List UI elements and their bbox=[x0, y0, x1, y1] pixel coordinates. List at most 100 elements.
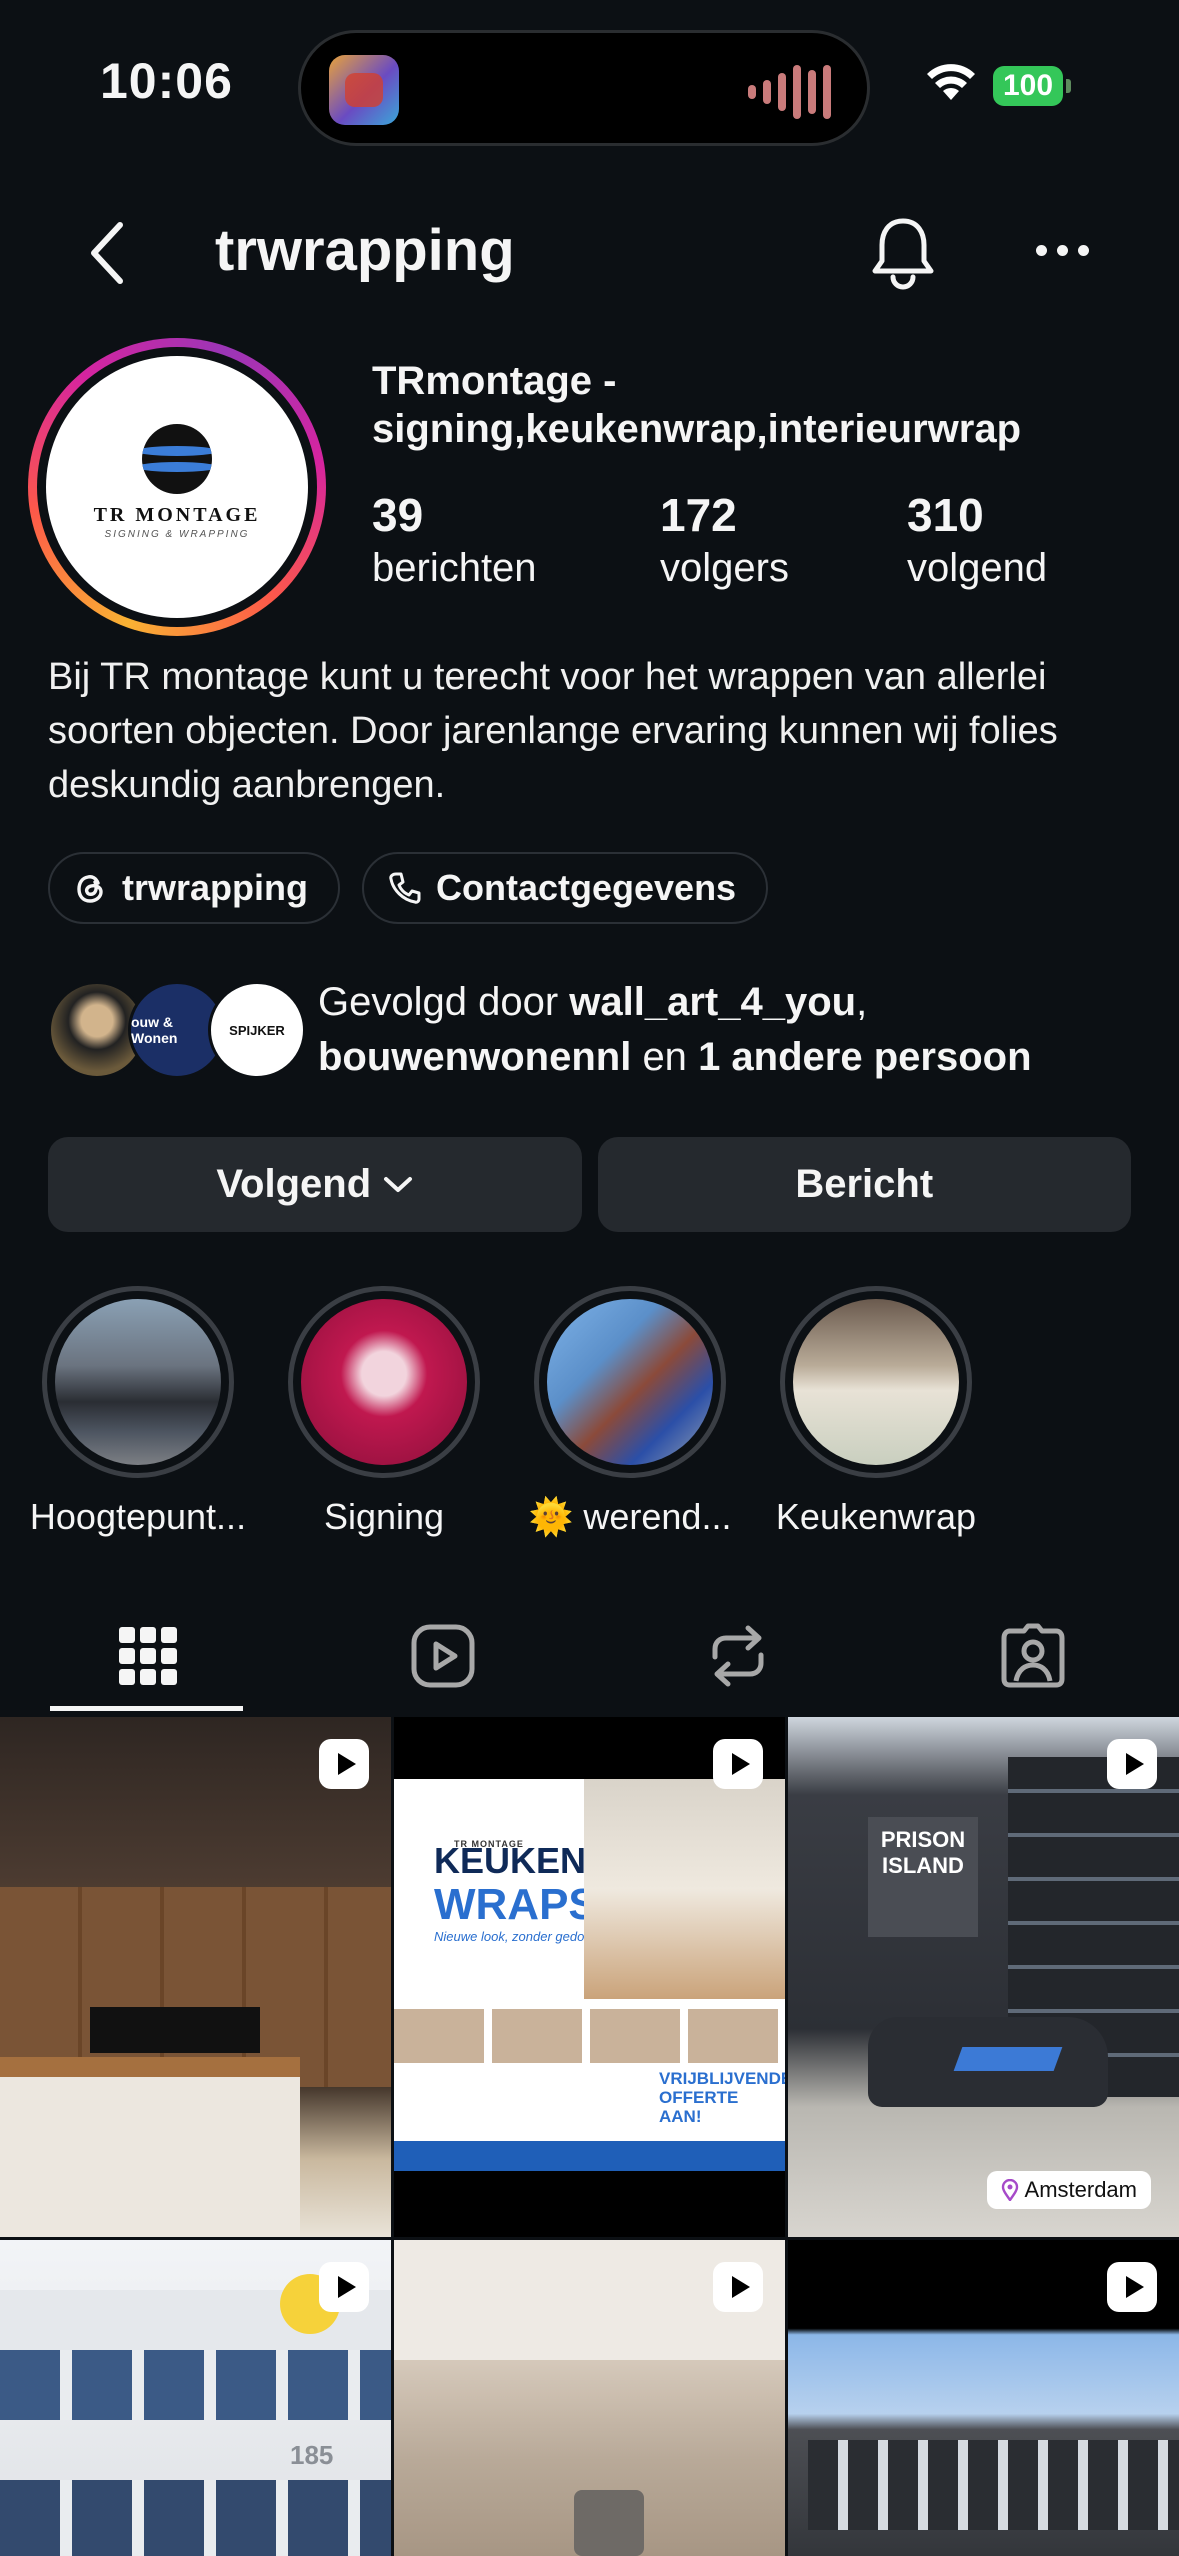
post-thumbnail[interactable]: 185 bbox=[0, 2240, 391, 2556]
stat-posts[interactable]: 39 berichten bbox=[372, 488, 537, 591]
profile-content-tabs bbox=[0, 1600, 1179, 1712]
profile-bio: Bij TR montage kunt u terecht voor het w… bbox=[48, 656, 1058, 806]
profile-avatar-story-ring[interactable]: TR MONTAGE SIGNING & WRAPPING bbox=[28, 338, 326, 636]
keukenwrap-flyer: TR MONTAGE KEUKEN WRAPS Nieuwe look, zond… bbox=[394, 1779, 785, 2171]
van-image bbox=[868, 2017, 1108, 2107]
highlight-cover bbox=[301, 1299, 467, 1465]
stat-label: berichten bbox=[372, 546, 537, 590]
message-button[interactable]: Bericht bbox=[597, 1137, 1131, 1232]
followed-by-user: bouwenwonennl bbox=[318, 1035, 632, 1079]
tab-grid[interactable] bbox=[0, 1600, 295, 1712]
post-thumbnail[interactable]: PRISON ISLAND Amsterdam bbox=[788, 1717, 1179, 2237]
flyer-offer-text: VRIJBLIJVENDE OFFERTE AAN! bbox=[659, 2069, 785, 2126]
more-options-icon[interactable] bbox=[1036, 245, 1089, 256]
flyer-title: KEUKEN WRAPS bbox=[434, 1839, 598, 1927]
flyer-title-1: KEUKEN bbox=[434, 1840, 587, 1881]
flyer-subtitle: Nieuwe look, zonder gedoe! bbox=[434, 1929, 596, 1944]
tab-tagged[interactable] bbox=[885, 1600, 1179, 1712]
status-bar: 10:06 100 bbox=[0, 0, 1179, 180]
follower-avatar-text: SPIJKER bbox=[229, 1022, 285, 1038]
reel-icon bbox=[713, 2262, 763, 2312]
highlight-item[interactable]: Keukenwrap bbox=[756, 1286, 996, 1538]
flyer-kitchen-photo bbox=[584, 1779, 785, 1999]
repost-icon bbox=[712, 1625, 763, 1687]
reel-icon bbox=[713, 1739, 763, 1789]
tr-montage-logo-icon bbox=[142, 424, 212, 494]
prison-island-sign: PRISON ISLAND bbox=[868, 1817, 978, 1937]
profile-actions: Volgend Bericht bbox=[48, 1137, 1131, 1232]
phone-icon bbox=[389, 872, 421, 904]
profile-full-name: TRmontage - signing,keukenwrap,interieur… bbox=[372, 359, 1022, 451]
countertop-image bbox=[0, 2057, 300, 2077]
highlight-item[interactable]: Signing bbox=[264, 1286, 504, 1538]
status-time: 10:06 bbox=[100, 53, 233, 109]
building-windows-image bbox=[0, 2480, 391, 2556]
reel-icon bbox=[1107, 1739, 1157, 1789]
tab-reels[interactable] bbox=[295, 1600, 590, 1712]
post-thumbnail[interactable]: TR MONTAGE KEUKEN WRAPS Nieuwe look, zond… bbox=[394, 1717, 785, 2237]
flyer-before-after-photos bbox=[394, 2009, 785, 2063]
highlight-item[interactable]: Hoogtepunt... bbox=[18, 1286, 258, 1538]
avatar-logo-text: TR MONTAGE bbox=[93, 504, 261, 526]
kitchen-island-image bbox=[0, 2077, 300, 2237]
following-button-label: Volgend bbox=[216, 1162, 372, 1206]
dynamic-island[interactable] bbox=[298, 30, 870, 146]
avatar: TR MONTAGE SIGNING & WRAPPING bbox=[46, 356, 308, 618]
coffee-machine-image bbox=[574, 2490, 644, 2556]
battery-indicator: 100 bbox=[993, 66, 1071, 106]
chevron-down-icon bbox=[384, 1176, 413, 1192]
post-thumbnail[interactable] bbox=[394, 2240, 785, 2556]
location-label: Amsterdam bbox=[1024, 2177, 1137, 2202]
highlight-item[interactable]: 🌞 werend... bbox=[510, 1286, 750, 1538]
highlight-cover bbox=[55, 1299, 221, 1465]
audio-waveform-icon bbox=[748, 65, 831, 119]
message-button-label: Bericht bbox=[795, 1162, 934, 1206]
profile-chips: trwrapping Contactgegevens bbox=[48, 852, 769, 924]
followed-by-others: 1 andere persoon bbox=[698, 1035, 1032, 1079]
grid-icon bbox=[118, 1627, 177, 1685]
notification-bell-icon[interactable] bbox=[870, 215, 936, 291]
flyer-title-2: WRAPS bbox=[434, 1880, 598, 1929]
contact-info-chip[interactable]: Contactgegevens bbox=[362, 852, 769, 924]
followed-by-comma: , bbox=[856, 980, 868, 1024]
threads-icon bbox=[77, 875, 103, 903]
contact-chip-label: Contactgegevens bbox=[436, 867, 737, 908]
location-badge: Amsterdam bbox=[986, 2171, 1151, 2209]
highlight-label: Signing bbox=[323, 1496, 445, 1537]
post-grid: TR MONTAGE KEUKEN WRAPS Nieuwe look, zond… bbox=[0, 1717, 1179, 2556]
highlight-cover bbox=[793, 1299, 959, 1465]
stat-label: volgers bbox=[660, 546, 789, 590]
followed-by-conj: en bbox=[642, 1035, 687, 1079]
reel-icon bbox=[319, 2262, 369, 2312]
tagged-person-icon bbox=[1001, 1623, 1064, 1688]
reel-icon bbox=[1107, 2262, 1157, 2312]
office-building-image bbox=[808, 2440, 1179, 2530]
following-button[interactable]: Volgend bbox=[48, 1137, 582, 1232]
profile-header: trwrapping bbox=[0, 195, 1179, 310]
building-number: 185 bbox=[290, 2440, 334, 2470]
followed-by-user: wall_art_4_you bbox=[569, 980, 857, 1024]
followed-by-section[interactable]: ouw & Wonen SPIJKER Gevolgd door wall_ar… bbox=[48, 975, 1158, 1085]
highlight-cover bbox=[547, 1299, 713, 1465]
stat-value: 172 bbox=[660, 489, 737, 541]
now-playing-app-icon[interactable] bbox=[329, 55, 399, 125]
reels-icon bbox=[411, 1624, 474, 1688]
tab-reposts[interactable] bbox=[590, 1600, 885, 1712]
post-thumbnail[interactable] bbox=[0, 1717, 391, 2237]
flyer-footer-bar bbox=[394, 2141, 785, 2171]
threads-link-chip[interactable]: trwrapping bbox=[48, 852, 340, 924]
highlight-label: Hoogtepunt... bbox=[29, 1496, 247, 1537]
post-thumbnail[interactable] bbox=[788, 2240, 1179, 2556]
back-arrow-icon[interactable] bbox=[88, 221, 128, 285]
location-pin-icon bbox=[1001, 2179, 1018, 2201]
followed-by-text: Gevolgd door wall_art_4_you, bouwenwonen… bbox=[318, 975, 1158, 1085]
stat-followers[interactable]: 172 volgers bbox=[660, 488, 789, 591]
active-tab-indicator bbox=[50, 1706, 243, 1711]
wifi-icon bbox=[927, 64, 975, 100]
oven-image bbox=[90, 2007, 260, 2053]
highlight-label: 🌞 werend... bbox=[528, 1496, 732, 1537]
story-highlights: Hoogtepunt... Signing 🌞 werend... Keuken… bbox=[0, 1286, 1179, 1546]
reel-icon bbox=[319, 1739, 369, 1789]
stat-following[interactable]: 310 volgend bbox=[907, 488, 1047, 591]
highlight-label: Keukenwrap bbox=[775, 1496, 977, 1537]
